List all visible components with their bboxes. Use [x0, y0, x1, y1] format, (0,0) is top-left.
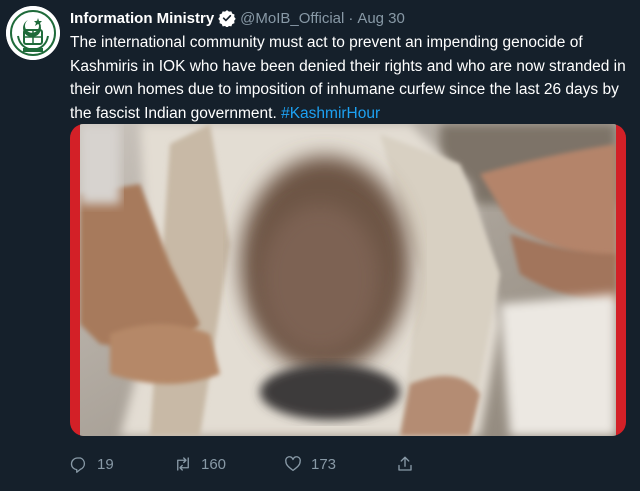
blurred-photo [80, 124, 616, 436]
reply-icon [70, 457, 86, 473]
hashtag-link[interactable]: #KashmirHour [281, 105, 380, 122]
separator-dot: · [348, 9, 354, 27]
author-handle[interactable]: @MoIB_Official [240, 10, 344, 27]
retweet-icon [177, 457, 189, 471]
like-button[interactable]: 173 [284, 452, 336, 476]
tweet-date[interactable]: Aug 30 [357, 10, 405, 27]
share-button[interactable] [396, 452, 423, 476]
tweet[interactable]: Information Ministry @MoIB_Official · Au… [0, 0, 640, 491]
tweet-actions: 19 160 173 [70, 452, 470, 476]
retweet-button[interactable]: 160 [174, 452, 226, 476]
like-count: 173 [311, 455, 337, 473]
heart-icon [285, 456, 301, 472]
tweet-media[interactable] [70, 124, 626, 436]
reply-button[interactable]: 19 [70, 452, 114, 476]
share-icon [398, 456, 412, 471]
retweet-count: 160 [201, 455, 227, 473]
government-emblem-icon [6, 6, 60, 60]
author-avatar[interactable] [6, 6, 60, 60]
author-name[interactable]: Information Ministry [70, 10, 214, 27]
reply-count: 19 [97, 455, 114, 473]
tweet-text: The international community must act to … [70, 31, 630, 125]
tweet-header: Information Ministry @MoIB_Official · Au… [70, 7, 405, 29]
verified-badge-icon [218, 9, 236, 27]
photo-image [80, 124, 616, 436]
